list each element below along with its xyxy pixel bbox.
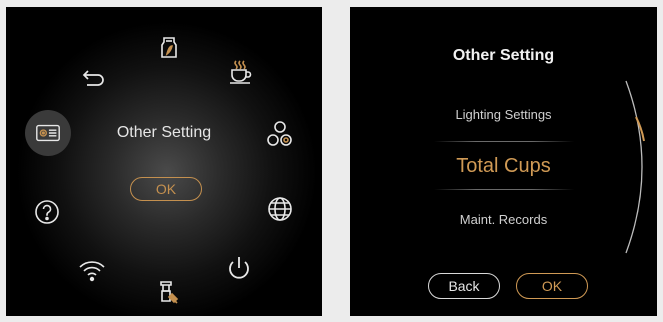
back-arrow-icon[interactable] [79,62,109,92]
coffee-cup-icon[interactable] [225,57,255,87]
ok-button[interactable]: OK [130,177,202,201]
help-icon[interactable] [32,197,62,227]
power-icon[interactable] [224,253,254,283]
globe-icon[interactable] [265,194,295,224]
page-title: Other Setting [452,47,555,64]
back-button-label: Back [448,278,480,294]
menu-item-total-cups[interactable]: Total Cups [350,155,657,178]
ok-button-right[interactable]: OK [516,273,588,299]
scroll-indicator[interactable] [620,77,650,257]
ok-button-label: OK [155,181,177,197]
radial-menu-screen: Other Setting OK [6,7,322,316]
cleaning-icon[interactable] [153,277,183,307]
other-setting-screen: Other Setting Lighting Settings Total Cu… [350,7,657,316]
divider-bottom [434,189,574,190]
back-button[interactable]: Back [428,273,500,299]
menu-item-lighting-settings[interactable]: Lighting Settings [350,107,657,122]
milk-jug-icon[interactable] [154,32,184,62]
ok-button-right-label: OK [541,278,563,294]
wifi-icon[interactable] [77,256,107,286]
divider-top [434,141,574,142]
menu-item-maint-records[interactable]: Maint. Records [350,212,657,227]
center-title: Other Setting [116,124,212,141]
